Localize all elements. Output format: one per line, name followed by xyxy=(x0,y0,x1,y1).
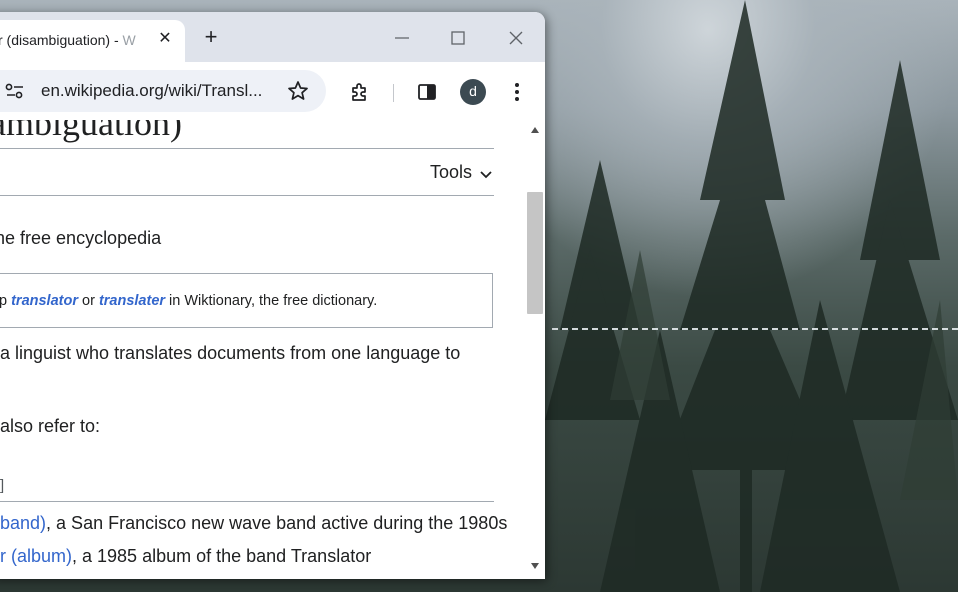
minimize-icon[interactable] xyxy=(390,26,414,50)
section-edit-bracket: ] xyxy=(0,477,5,494)
dashed-line xyxy=(552,328,958,330)
tab-title-fade: W xyxy=(122,32,136,48)
list-item-link[interactable]: band) xyxy=(0,513,46,533)
page-content: ambiguation) Tools the free encyclopedia… xyxy=(0,120,525,579)
list-item-text: , a San Francisco new wave band active d… xyxy=(46,513,508,533)
url-text[interactable]: en.wikipedia.org/wiki/Transl... xyxy=(41,81,262,101)
browser-window: r (disambiguation) - W ✕ + en.wikipedia.… xyxy=(0,12,545,579)
wiktionary-link-translator[interactable]: translator xyxy=(11,293,78,309)
also-refer-text: also refer to: xyxy=(0,416,101,436)
site-info-icon[interactable] xyxy=(4,81,26,101)
list-item: band), a San Francisco new wave band act… xyxy=(0,513,507,534)
active-tab[interactable]: r (disambiguation) - W ✕ xyxy=(0,20,185,62)
menu-kebab-icon[interactable] xyxy=(505,80,529,104)
wiktionary-prefix: p xyxy=(0,293,12,309)
tab-title: r (disambiguation) - W xyxy=(0,32,146,48)
wiktionary-mid: or xyxy=(77,293,99,309)
side-panel-icon[interactable] xyxy=(415,80,439,104)
close-tab-button[interactable]: ✕ xyxy=(155,29,175,49)
list-item-link[interactable]: r (album) xyxy=(0,546,72,566)
wiktionary-box: p translator or translater in Wiktionary… xyxy=(0,273,493,328)
wiktionary-suffix: in Wiktionary, the free dictionary. xyxy=(165,293,378,309)
extensions-puzzle-icon[interactable] xyxy=(348,80,372,104)
browser-toolbar: en.wikipedia.org/wiki/Transl... d xyxy=(0,62,545,120)
scrollbar-thumb[interactable] xyxy=(527,192,543,314)
page-scrollbar[interactable] xyxy=(525,120,545,579)
site-subtitle: the free encyclopedia xyxy=(0,228,162,248)
toolbar-separator xyxy=(393,84,394,102)
close-window-icon[interactable] xyxy=(504,26,528,50)
new-tab-button[interactable]: + xyxy=(200,26,222,49)
wiktionary-link-translater[interactable]: translater xyxy=(99,293,165,309)
wiktionary-text: p translator or translater in Wiktionary… xyxy=(0,293,377,309)
scroll-up-arrow-icon[interactable] xyxy=(530,126,540,134)
toolbar-divider xyxy=(0,195,494,196)
profile-avatar[interactable]: d xyxy=(460,79,486,105)
tools-menu-label[interactable]: Tools xyxy=(430,162,472,183)
list-item: r (album), a 1985 album of the band Tran… xyxy=(0,546,371,567)
scroll-down-arrow-icon[interactable] xyxy=(530,562,540,570)
bookmark-star-icon[interactable] xyxy=(286,79,310,103)
address-bar[interactable]: en.wikipedia.org/wiki/Transl... xyxy=(0,70,326,112)
page-title: ambiguation) xyxy=(0,120,182,143)
definition-text: a linguist who translates documents from… xyxy=(0,343,461,363)
tab-strip: r (disambiguation) - W ✕ + xyxy=(0,12,545,62)
maximize-icon[interactable] xyxy=(446,26,470,50)
list-item-text: , a 1985 album of the band Translator xyxy=(72,546,372,566)
section-divider xyxy=(0,501,494,502)
title-divider xyxy=(0,148,494,149)
chevron-down-icon[interactable] xyxy=(478,167,494,183)
tab-title-text: r (disambiguation) - xyxy=(0,32,123,48)
